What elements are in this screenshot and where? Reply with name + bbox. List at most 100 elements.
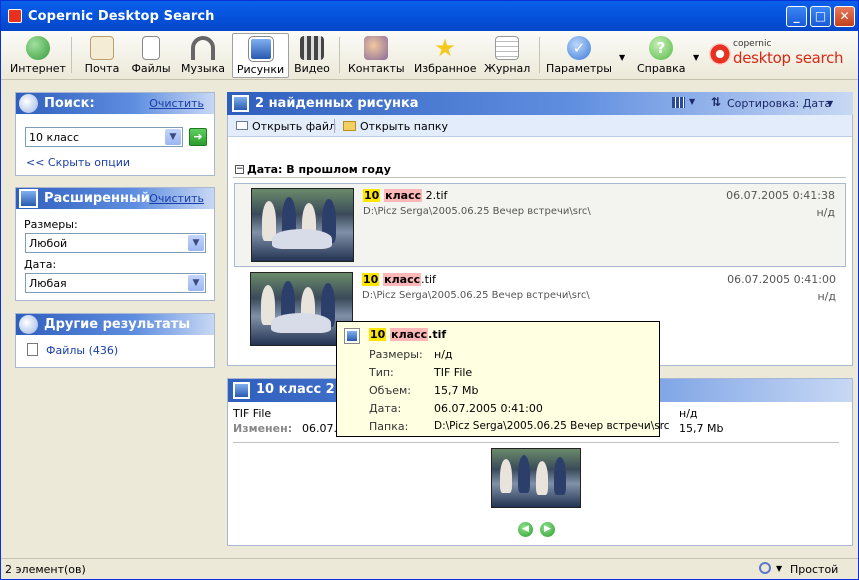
result-thumbnail[interactable] [251,188,354,262]
toolbar-files[interactable]: Файлы [129,33,173,78]
search-panel-title: Поиск: [44,96,95,111]
search-input[interactable]: 10 класс ▼ [25,127,183,147]
advanced-clear-link[interactable]: Очистить [149,192,204,205]
title-bar: Copernic Desktop Search _ □ ✕ [1,1,858,31]
advanced-panel-title: Расширенный [44,191,150,206]
toolbar-settings[interactable]: ✓ Параметры [546,33,612,78]
status-count: 2 элемент(ов) [5,563,86,576]
mode-dropdown-arrow[interactable]: ▼ [776,564,782,573]
other-results-panel: Другие результаты Файлы (436) [15,313,215,368]
sort-dropdown[interactable]: Сортировка: Дата [727,97,831,110]
preview-size: 15,7 Mb [679,422,724,435]
open-file-button[interactable]: Открыть файл [252,120,336,133]
help-dropdown-arrow[interactable]: ▼ [693,53,699,62]
size-label: Размеры: [24,218,78,231]
hide-options-link[interactable]: << Скрыть опции [26,156,130,169]
result-tooltip: 10 класс.tif Размеры: н/д Тип: TIF File … [336,321,670,437]
search-go-button[interactable]: ➜ [189,128,207,146]
toolbar-contacts-label: Контакты [348,62,405,75]
toolbar-settings-label: Параметры [546,62,612,75]
copernic-logo: copernic desktop search [709,39,851,73]
tooltip-key: Тип: [369,366,394,379]
toolbar-video-label: Видео [294,62,330,75]
result-path: D:\Picz Serga\2005.06.25 Вечер встречи\s… [362,290,590,301]
size-select[interactable]: Любой ▼ [25,233,206,253]
headphones-icon [191,36,215,60]
copernic-logo-icon [709,43,731,65]
logo-main-text: desktop search [733,49,844,67]
previous-image-button[interactable]: ◀ [518,522,533,537]
search-clear-link[interactable]: Очистить [149,97,204,110]
result-path: D:\Picz Serga\2005.06.25 Вечер встречи\s… [363,206,591,217]
journal-icon [495,36,519,60]
collapse-group-icon[interactable]: − [235,165,244,174]
main-toolbar: Интернет Почта Файлы Музыка Рисунки Виде… [1,31,858,80]
picture-icon [233,382,250,399]
result-row[interactable]: 10 класс 2.tif D:\Picz Serga\2005.06.25 … [234,183,846,267]
toolbar-mail[interactable]: Почта [81,33,123,78]
tooltip-key: Объем: [369,384,411,397]
group-header: Дата: В прошлом году [247,163,391,176]
picture-icon [232,95,249,112]
search-mode-dropdown[interactable]: Простой [790,563,838,576]
results-action-bar: Открыть файл Открыть папку [228,115,852,137]
results-title: 2 найденных рисунка [255,96,419,111]
globe-icon [26,36,50,60]
maximize-button[interactable]: □ [810,6,831,27]
results-header: 2 найденных рисунка ▼ ⇅ Сортировка: Дата… [227,92,853,115]
logo-top-text: copernic [733,39,772,49]
tooltip-value: 06.07.2005 0:41:00 [434,402,543,415]
other-results-header: Другие результаты [16,314,214,335]
result-date: 06.07.2005 0:41:38 [726,189,835,202]
settings-dropdown-arrow[interactable]: ▼ [619,53,625,62]
date-select-value: Любая [29,277,67,290]
other-results-title: Другие результаты [44,317,191,332]
open-folder-button[interactable]: Открыть папку [360,120,448,133]
toolbar-favorites[interactable]: ★ Избранное [414,33,476,78]
toolbar-help[interactable]: ? Справка [637,33,685,78]
next-image-button[interactable]: ▶ [540,522,555,537]
toolbar-music[interactable]: Музыка [179,33,227,78]
tooltip-key: Дата: [369,402,402,415]
date-select[interactable]: Любая ▼ [25,273,206,293]
chevron-down-icon[interactable]: ▼ [165,129,181,145]
picture-icon [247,36,274,62]
checkmark-icon: ✓ [567,36,591,60]
magnifier-icon [19,94,38,113]
toolbar-video[interactable]: Видео [293,33,331,78]
result-title[interactable]: 10 класс.tif [362,273,436,286]
film-clapper-icon [300,36,324,60]
preview-type: TIF File [233,407,272,420]
document-icon [27,343,38,356]
result-title[interactable]: 10 класс 2.tif [363,189,447,202]
document-icon [142,36,160,60]
preview-title: 10 класс 2.t [256,382,346,397]
status-bar: 2 элемент(ов) ▼ Простой [1,558,858,579]
preview-modified-label: Изменен: [233,422,293,435]
chevron-down-icon[interactable]: ▼ [188,275,204,291]
open-file-icon [236,121,248,130]
toolbar-journal-label: Журнал [484,62,531,75]
envelope-icon [90,36,114,60]
tooltip-value: TIF File [434,366,473,379]
toolbar-help-label: Справка [637,62,686,75]
toolbar-internet[interactable]: Интернет [9,33,67,78]
preview-divider [233,442,839,443]
toolbar-journal[interactable]: Журнал [484,33,530,78]
other-files-link[interactable]: Файлы (436) [46,344,118,357]
tooltip-value: 15,7 Mb [434,384,479,397]
tooltip-key: Папка: [369,420,409,433]
view-dropdown-arrow[interactable]: ▼ [689,97,695,106]
close-button[interactable]: ✕ [834,6,855,27]
chevron-down-icon[interactable]: ▼ [188,235,204,251]
toolbar-contacts[interactable]: Контакты [348,33,405,78]
toolbar-pictures[interactable]: Рисунки [232,33,289,78]
result-size: н/д [817,290,836,303]
sort-dropdown-arrow[interactable]: ▼ [827,99,833,108]
view-grid-icon[interactable] [672,97,685,108]
magnifier-icon [19,315,38,334]
minimize-button[interactable]: _ [786,6,807,27]
toolbar-favorites-label: Избранное [414,62,477,75]
search-panel: Поиск: Очистить 10 класс ▼ ➜ << Скрыть о… [15,92,215,176]
group-divider [233,177,846,178]
